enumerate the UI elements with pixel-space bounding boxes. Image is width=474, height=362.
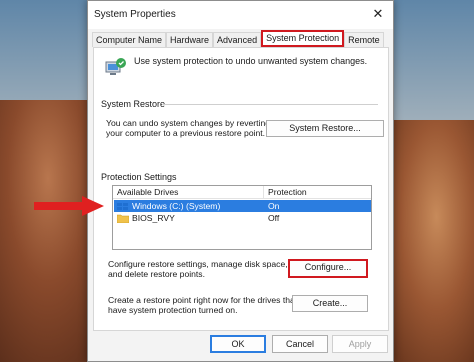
protection-settings-heading: Protection Settings — [101, 172, 180, 182]
window-title: System Properties — [94, 9, 176, 20]
ok-button[interactable]: OK — [210, 335, 266, 353]
system-restore-heading: System Restore — [101, 99, 169, 109]
folder-icon — [117, 214, 129, 223]
tab-hardware[interactable]: Hardware — [166, 32, 214, 47]
title-bar: System Properties ✕ — [88, 1, 393, 29]
column-divider — [263, 186, 264, 199]
table-header: Available Drives Protection — [113, 186, 371, 199]
system-restore-description-line2: your computer to a previous restore poin… — [106, 128, 266, 138]
drive-name: Windows (C:) (System) — [132, 201, 221, 211]
create-button[interactable]: Create... — [292, 295, 368, 312]
tab-remote[interactable]: Remote — [344, 32, 384, 47]
drives-table: Available Drives Protection Windows (C:)… — [112, 185, 372, 250]
intro-text: Use system protection to undo unwanted s… — [134, 56, 368, 66]
table-row-windows-c[interactable]: Windows (C:) (System) On — [114, 200, 371, 212]
divider — [162, 104, 378, 105]
column-header-available-drives[interactable]: Available Drives — [117, 187, 178, 197]
system-restore-button[interactable]: System Restore... — [266, 120, 384, 137]
drive-icon — [117, 203, 128, 210]
tab-computer-name[interactable]: Computer Name — [92, 32, 167, 47]
drive-protection: On — [268, 201, 280, 211]
cancel-button[interactable]: Cancel — [272, 335, 328, 353]
system-protection-panel: Use system protection to undo unwanted s… — [93, 47, 389, 331]
drive-name: BIOS_RVY — [132, 213, 175, 223]
close-icon[interactable]: ✕ — [369, 5, 387, 23]
wallpaper-rock-right — [380, 120, 474, 362]
tab-advanced[interactable]: Advanced — [213, 32, 262, 47]
column-header-protection[interactable]: Protection — [268, 187, 307, 197]
drive-protection: Off — [268, 213, 280, 223]
table-row-bios-rvy[interactable]: BIOS_RVY Off — [114, 212, 371, 224]
system-properties-dialog: System Properties ✕ Computer Name Hardwa… — [87, 0, 394, 362]
configure-description-line2: and delete restore points. — [108, 269, 205, 279]
system-protection-icon — [105, 58, 126, 75]
tab-strip: Computer Name Hardware Advanced System P… — [92, 30, 384, 47]
configure-button[interactable]: Configure... — [288, 259, 368, 278]
create-description-line2: have system protection turned on. — [108, 305, 238, 315]
apply-button[interactable]: Apply — [332, 335, 388, 353]
tab-system-protection[interactable]: System Protection — [261, 30, 345, 47]
red-arrow-annotation — [34, 196, 104, 216]
